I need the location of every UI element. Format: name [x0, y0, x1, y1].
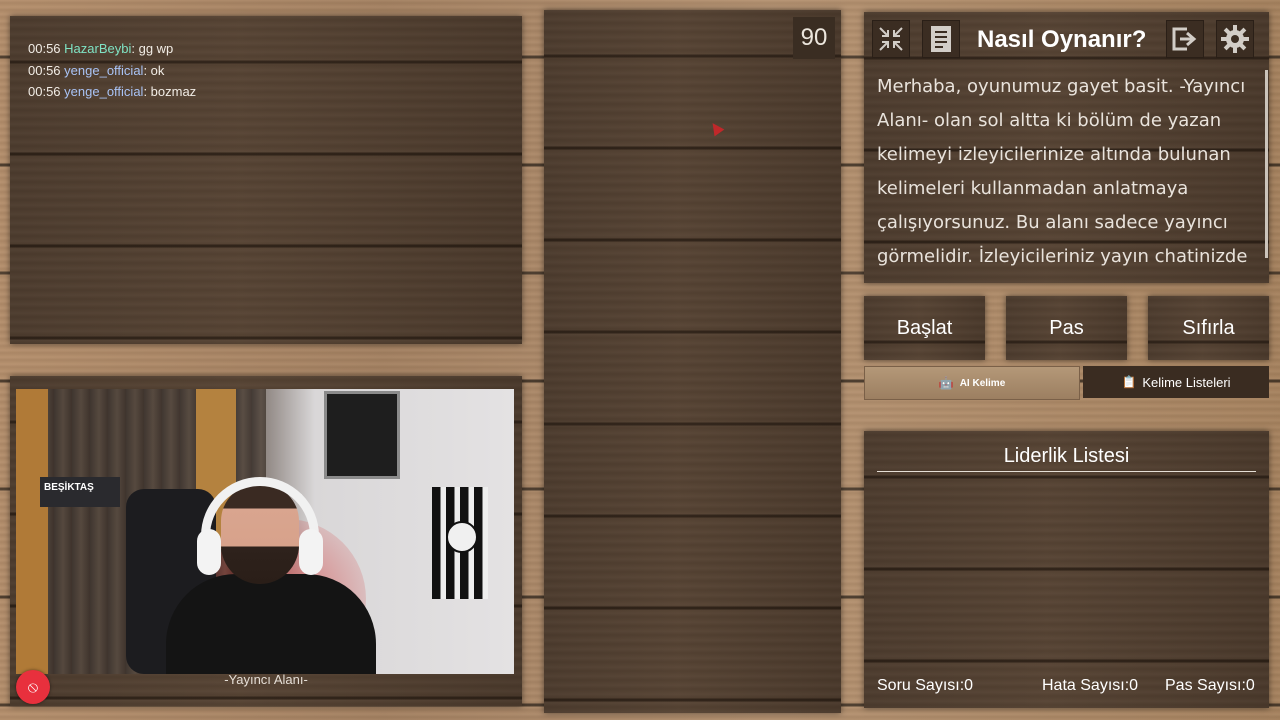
- ai-word-button[interactable]: 🤖 AI Kelime: [864, 366, 1080, 400]
- start-button[interactable]: Başlat: [864, 296, 985, 360]
- word-lists-label: Kelime Listeleri: [1142, 374, 1231, 390]
- streamer-area-label: -Yayıncı Alanı-: [224, 672, 308, 687]
- chat-text: : ok: [143, 62, 165, 78]
- how-to-play-title: Nasıl Oynanır?: [977, 26, 1147, 53]
- chat-username: yenge_official: [64, 84, 144, 99]
- robot-icon: 🤖: [938, 376, 954, 390]
- word-panel: 90: [544, 10, 841, 713]
- chat-message: 00:56 yenge_official: bozmaz: [28, 81, 196, 103]
- chat-time: 00:56: [28, 62, 61, 78]
- club-badge: [446, 521, 478, 553]
- chat-time: 00:56: [28, 41, 61, 56]
- pass-count-value: 0: [1245, 677, 1255, 694]
- timer: 90: [793, 17, 835, 59]
- chat-message: 00:56 yenge_official: ok: [28, 60, 196, 82]
- pass-count-label: Pas Sayısı:: [1165, 677, 1246, 694]
- headphone-ear: [299, 529, 323, 575]
- chat-username: HazarBeybi: [64, 41, 132, 56]
- sign: BEŞİKTAŞ: [40, 477, 120, 507]
- question-count-label: Soru Sayısı:: [877, 677, 965, 694]
- chat-panel: 00:56 HazarBeybi: gg wp 00:56 yenge_offi…: [10, 16, 522, 344]
- streamer-area-panel: BEŞİKTAŞ -Yayıncı Alanı- ⦸: [10, 376, 522, 706]
- wall-poster: [324, 391, 400, 479]
- gear-icon-svg: [1221, 25, 1249, 53]
- error-count-label: Hata Sayısı:: [1042, 677, 1130, 694]
- ai-word-label: AI Kelime: [959, 377, 1006, 389]
- leaderboard-title: Liderlik Listesi: [1003, 445, 1130, 467]
- reset-button[interactable]: Sıfırla: [1148, 296, 1269, 360]
- compress-arrows-icon-svg: [879, 27, 903, 51]
- how-to-play-panel: Nasıl Oynanır? Merhaba, oyunumuz gayet b…: [864, 12, 1269, 283]
- error-count-value: 0: [1129, 677, 1139, 694]
- gear-icon[interactable]: [1216, 20, 1254, 58]
- error-count: Hata Sayısı:0: [1042, 677, 1138, 695]
- record-icon[interactable]: ⦸: [16, 670, 50, 704]
- pass-button[interactable]: Pas: [1006, 296, 1127, 360]
- word-lists-button[interactable]: 📋 Kelime Listeleri: [1083, 366, 1269, 398]
- chat-text: : bozmaz: [143, 84, 197, 99]
- divider: [877, 471, 1256, 472]
- question-count-value: 0: [964, 677, 974, 694]
- chat-username: yenge_official: [64, 62, 144, 78]
- chat-messages: 00:56 HazarBeybi: gg wp 00:56 yenge_offi…: [28, 38, 196, 103]
- compress-arrows-icon[interactable]: [872, 20, 910, 58]
- chat-message: 00:56 HazarBeybi: gg wp: [28, 38, 196, 60]
- scrollbar[interactable]: [1265, 70, 1268, 258]
- question-count: Soru Sayısı:0: [877, 677, 973, 695]
- clipboard-icon: 📋: [1121, 375, 1137, 389]
- how-to-play-text: Merhaba, oyunumuz gayet basit. -Yayıncı …: [877, 76, 1248, 267]
- chat-time: 00:56: [28, 84, 61, 99]
- exit-icon-svg: [1172, 27, 1197, 51]
- leaderboard-panel: Liderlik Listesi Soru Sayısı:0 Hata Sayı…: [864, 431, 1269, 708]
- webcam-video: BEŞİKTAŞ: [16, 389, 514, 674]
- exit-icon[interactable]: [1166, 20, 1204, 58]
- document-icon-svg: [931, 26, 951, 52]
- streamer-body: [166, 574, 376, 674]
- document-icon[interactable]: [922, 20, 960, 58]
- headphone-ear: [197, 529, 221, 575]
- wood-post: [16, 389, 48, 674]
- chat-text: : gg wp: [131, 41, 174, 56]
- pass-count: Pas Sayısı:0: [1165, 677, 1255, 695]
